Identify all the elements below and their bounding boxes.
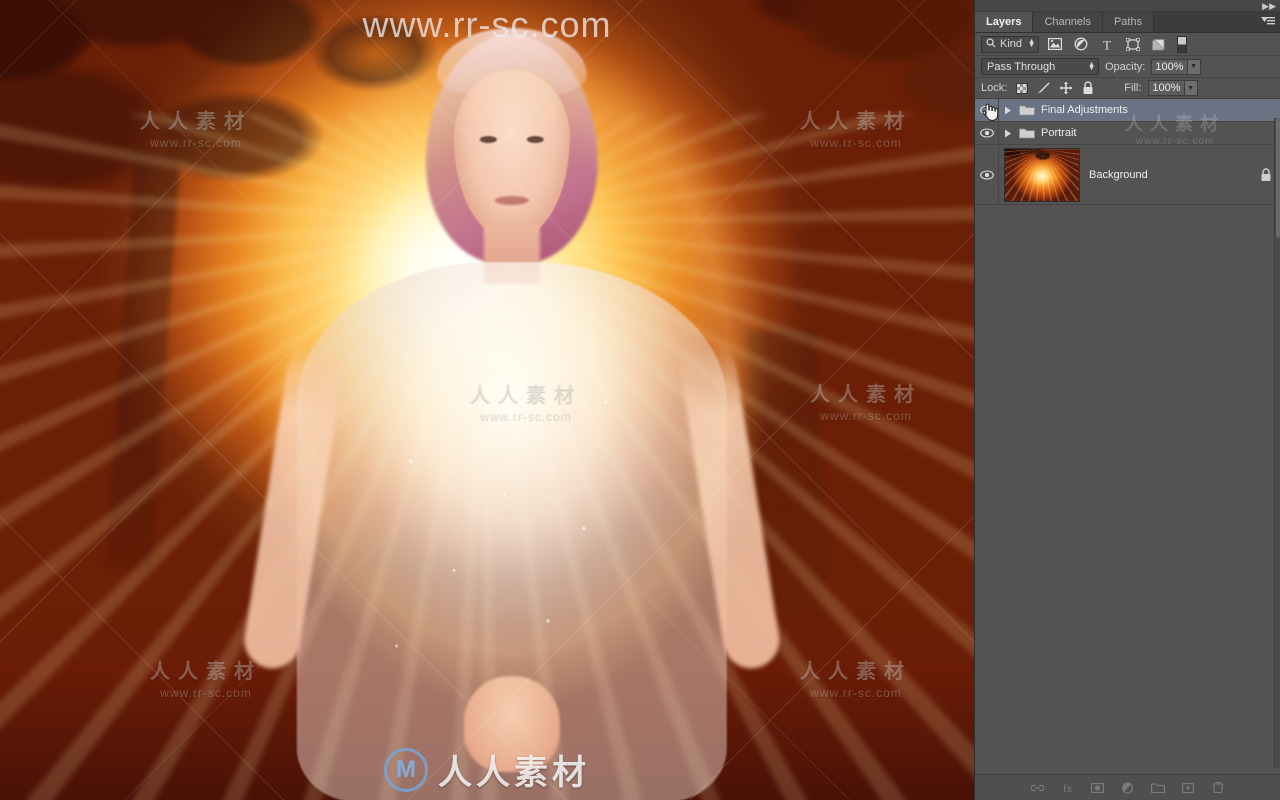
canvas-area[interactable]: 人人素材 www.rr-sc.com 人人素材 www.rr-sc.com 人人… bbox=[0, 0, 974, 800]
fill-field[interactable]: 100% ▼ bbox=[1148, 80, 1198, 96]
fill-value[interactable]: 100% bbox=[1148, 80, 1184, 96]
opacity-dropdown-arrow-icon[interactable]: ▼ bbox=[1186, 58, 1201, 75]
filter-shape-layers-icon[interactable] bbox=[1123, 35, 1143, 53]
fill-dropdown-arrow-icon[interactable]: ▼ bbox=[1183, 80, 1198, 96]
layer-group-folder-icon bbox=[1017, 127, 1037, 139]
svg-text:T: T bbox=[1103, 38, 1111, 51]
filter-pixel-layers-icon[interactable] bbox=[1045, 35, 1065, 53]
scrollbar-thumb[interactable] bbox=[1276, 118, 1280, 238]
eye-icon bbox=[979, 105, 994, 115]
layers-scrollbar[interactable] bbox=[1274, 118, 1280, 768]
layer-group-expand-arrow-icon[interactable] bbox=[999, 106, 1017, 115]
filter-enable-toggle[interactable] bbox=[1177, 35, 1187, 53]
layer-thumbnail[interactable] bbox=[1004, 147, 1080, 202]
layer-group-expand-arrow-icon[interactable] bbox=[999, 129, 1017, 138]
tab-layers-label: Layers bbox=[986, 16, 1022, 28]
lock-position-icon[interactable] bbox=[1058, 81, 1073, 96]
layer-visibility-toggle[interactable] bbox=[975, 99, 999, 121]
new-fill-adjustment-layer-button[interactable] bbox=[1121, 781, 1135, 795]
panel-title-bar[interactable]: ▶▶ bbox=[975, 0, 1280, 12]
up-down-stepper-icon[interactable]: ▲ ▼ bbox=[1028, 38, 1035, 49]
clasped-hands bbox=[463, 676, 560, 772]
tab-paths[interactable]: Paths bbox=[1102, 12, 1155, 32]
link-layers-button[interactable] bbox=[1031, 781, 1045, 795]
layer-list-empty-area[interactable] bbox=[975, 236, 1280, 770]
lock-label: Lock: bbox=[981, 82, 1008, 94]
tab-paths-label: Paths bbox=[1113, 16, 1143, 28]
filter-adjustment-layers-icon[interactable] bbox=[1071, 35, 1091, 53]
fill-label: Fill: bbox=[1124, 82, 1142, 94]
layers-panel-toolbar[interactable]: fx bbox=[975, 774, 1280, 800]
layer-thumbnail-cell[interactable] bbox=[999, 147, 1085, 202]
lock-transparent-pixels-icon[interactable] bbox=[1014, 81, 1029, 96]
tab-layers[interactable]: Layers bbox=[975, 12, 1034, 32]
layer-list[interactable]: Final Adjustments Portrait Background bbox=[975, 99, 1280, 205]
table-row[interactable]: Portrait bbox=[975, 122, 1280, 145]
panel-tabstrip[interactable]: Layers Channels Paths bbox=[975, 12, 1280, 33]
lock-all-icon[interactable] bbox=[1080, 81, 1095, 96]
layers-panel[interactable]: ▶▶ Layers Channels Paths Kind ▲ ▼ T Pass… bbox=[974, 0, 1280, 800]
padlock-icon bbox=[1261, 167, 1271, 181]
delete-layer-button[interactable] bbox=[1211, 781, 1225, 795]
tab-channels[interactable]: Channels bbox=[1033, 12, 1103, 32]
table-row[interactable]: Background bbox=[975, 145, 1280, 205]
blend-mode-stepper-icon[interactable]: ▲ ▼ bbox=[1088, 61, 1095, 72]
layer-name[interactable]: Portrait bbox=[1037, 127, 1280, 139]
left-eye bbox=[479, 136, 497, 143]
eye-icon bbox=[979, 128, 994, 138]
layer-visibility-toggle[interactable] bbox=[975, 122, 999, 144]
svg-text:fx: fx bbox=[1063, 783, 1073, 794]
right-eye bbox=[526, 136, 544, 143]
table-row[interactable]: Final Adjustments bbox=[975, 99, 1280, 122]
filter-kind-select[interactable]: Kind ▲ ▼ bbox=[981, 35, 1039, 53]
new-group-button[interactable] bbox=[1150, 781, 1165, 795]
collapse-panels-icon[interactable]: ▶▶ bbox=[1262, 0, 1276, 12]
filter-type-layers-icon[interactable]: T bbox=[1097, 35, 1117, 53]
add-layer-mask-button[interactable] bbox=[1091, 781, 1105, 795]
blend-mode-select[interactable]: Pass Through ▲ ▼ bbox=[981, 58, 1099, 75]
search-icon bbox=[986, 37, 996, 51]
lace-pattern bbox=[331, 310, 692, 730]
blend-mode-row[interactable]: Pass Through ▲ ▼ Opacity: 100% ▼ bbox=[975, 56, 1280, 78]
opacity-field[interactable]: 100% ▼ bbox=[1151, 58, 1201, 75]
layer-visibility-toggle[interactable] bbox=[975, 145, 999, 204]
layer-filter-row[interactable]: Kind ▲ ▼ T bbox=[975, 33, 1280, 56]
photoshop-window: 人人素材 www.rr-sc.com 人人素材 www.rr-sc.com 人人… bbox=[0, 0, 1280, 800]
mouth bbox=[494, 196, 529, 205]
layer-name[interactable]: Final Adjustments bbox=[1037, 104, 1280, 116]
new-layer-button[interactable] bbox=[1181, 781, 1195, 795]
bride-figure bbox=[202, 10, 822, 800]
lock-row[interactable]: Lock: Fill: 100% ▼ bbox=[975, 78, 1280, 99]
panel-menu-icon[interactable] bbox=[1261, 16, 1275, 29]
opacity-value[interactable]: 100% bbox=[1151, 58, 1187, 75]
lock-image-pixels-icon[interactable] bbox=[1036, 81, 1051, 96]
layer-group-folder-icon bbox=[1017, 104, 1037, 116]
filter-smart-object-icon[interactable] bbox=[1149, 35, 1169, 53]
blend-mode-value: Pass Through bbox=[987, 60, 1056, 73]
opacity-label: Opacity: bbox=[1105, 60, 1146, 73]
tab-channels-label: Channels bbox=[1044, 16, 1091, 28]
add-layer-style-button[interactable]: fx bbox=[1061, 781, 1075, 795]
filter-kind-label: Kind bbox=[1000, 38, 1023, 50]
eye-icon bbox=[979, 169, 994, 180]
layer-name[interactable]: Background bbox=[1085, 169, 1252, 181]
document-image[interactable]: 人人素材 www.rr-sc.com 人人素材 www.rr-sc.com 人人… bbox=[0, 0, 974, 800]
